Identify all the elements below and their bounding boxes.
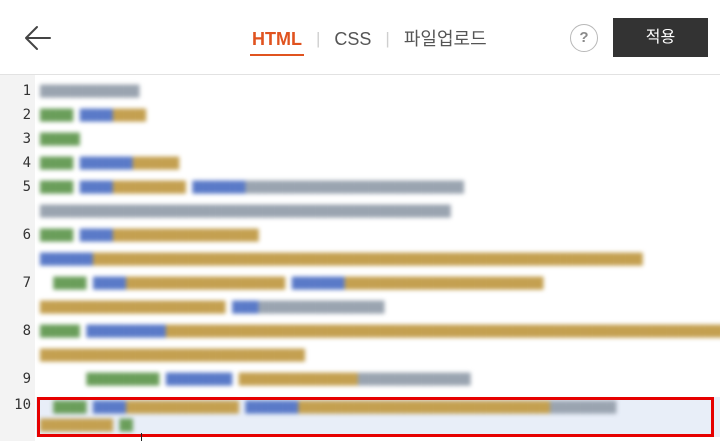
line-number: 4	[22, 155, 31, 171]
code-editor[interactable]: 1 2 3 4 5 6 7 8 9 10 ███████████████ ███…	[0, 75, 720, 441]
tab-divider: |	[315, 29, 321, 48]
arrow-left-icon	[25, 26, 51, 50]
blurred-code-content: ███████████████ █████ ██████████ ██████ …	[40, 85, 720, 432]
tab-divider: |	[385, 29, 390, 48]
line-number: 6	[22, 227, 31, 243]
line-number-gutter: 1 2 3 4 5 6 7 8 9 10	[0, 75, 35, 441]
line-number: 8	[22, 323, 31, 339]
highlighted-line-box	[37, 397, 714, 437]
line-number: 3	[22, 131, 31, 147]
back-button[interactable]	[22, 22, 54, 54]
help-button[interactable]: ?	[570, 24, 598, 52]
line-number: 9	[22, 371, 31, 387]
line-number: 1	[22, 83, 31, 99]
text-cursor	[141, 433, 142, 441]
line-number: 5	[22, 179, 31, 195]
apply-button[interactable]: 적용	[613, 18, 708, 57]
tab-html[interactable]: HTML	[250, 28, 304, 56]
line-number: 10	[14, 397, 31, 413]
editor-header: HTML | CSS | 파일업로드 ? 적용	[0, 0, 720, 75]
line-number: 7	[22, 275, 31, 291]
line-number: 2	[22, 107, 31, 123]
tab-css[interactable]: CSS	[332, 28, 373, 50]
editor-tabs: HTML | CSS | 파일업로드	[250, 28, 489, 58]
tab-file-upload[interactable]: 파일업로드	[402, 28, 489, 50]
